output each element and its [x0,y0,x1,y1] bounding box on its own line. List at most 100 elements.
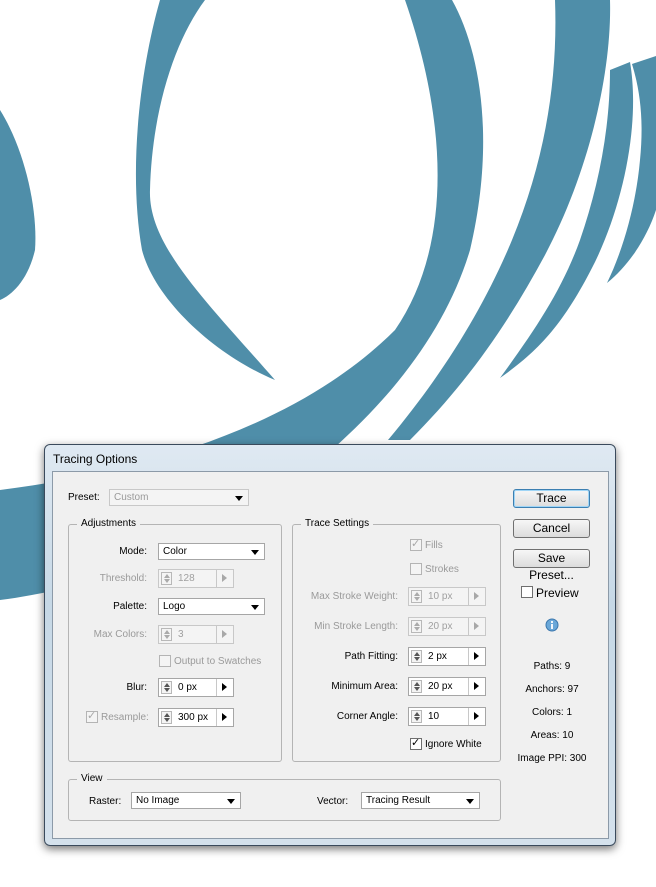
vector-value: Tracing Result [366,795,431,806]
checkmark-icon: ✓ [87,710,97,722]
max-colors-stepper[interactable]: 3 [158,625,234,644]
chevron-down-icon [251,605,259,610]
chevron-right-icon[interactable] [468,588,485,605]
artwork-main-swoosh [0,0,484,520]
chevron-right-icon[interactable] [216,570,233,587]
max-colors-value: 3 [178,629,184,640]
adjustments-group: Adjustments Mode: Color Threshold: 128 P… [68,518,282,762]
max-stroke-weight-stepper[interactable]: 10 px [408,587,486,606]
threshold-value: 128 [178,573,195,584]
strokes-checkbox[interactable] [410,563,422,575]
mode-dropdown[interactable]: Color [158,543,265,560]
resample-checkbox[interactable]: ✓ [86,710,98,723]
tracing-options-dialog: Tracing Options Preset: Custom Adjustmen… [44,444,616,846]
stat-colors: Colors: 1 [531,707,572,718]
chevron-right-icon[interactable] [216,709,233,726]
threshold-label: Threshold: [99,573,147,584]
vector-dropdown[interactable]: Tracing Result [361,792,480,809]
minimum-area-stepper[interactable]: 20 px [408,677,486,696]
chevron-right-icon[interactable] [468,618,485,635]
checkmark-icon: ✓ [411,737,421,749]
path-fitting-stepper[interactable]: 2 px [408,647,486,666]
info-icon [545,618,559,632]
trace-settings-group: Trace Settings ✓ Fills Strokes Max Strok… [292,518,501,762]
dialog-body: Preset: Custom Adjustments Mode: Color T… [52,471,609,839]
artwork-left-wing [135,0,275,380]
dialog-title: Tracing Options [53,452,138,466]
max-stroke-weight-label: Max Stroke Weight: [310,591,398,602]
spinner-icon[interactable] [411,620,422,633]
preset-label: Preset: [68,492,100,503]
ignore-white-checkbox[interactable]: ✓ [410,737,422,750]
raster-value: No Image [136,795,180,806]
resample-label: Resample: [101,712,149,723]
palette-label: Palette: [113,601,147,612]
chevron-down-icon [466,799,474,804]
preset-dropdown[interactable]: Custom [109,489,249,506]
spinner-icon[interactable] [161,681,172,694]
raster-label: Raster: [89,796,122,807]
mode-label: Mode: [119,546,147,557]
minimum-area-label: Minimum Area: [331,681,398,692]
artwork-left-curve [0,110,36,300]
minimum-area-value: 20 px [428,681,453,692]
max-colors-label: Max Colors: [93,629,147,640]
raster-dropdown[interactable]: No Image [131,792,241,809]
artwork-stripe-1 [388,0,611,440]
blur-value: 0 px [178,682,197,693]
spinner-icon[interactable] [161,628,172,641]
blur-stepper[interactable]: 0 px [158,678,234,697]
chevron-right-icon[interactable] [468,678,485,695]
output-to-swatches-checkbox[interactable] [159,655,171,667]
save-preset-button[interactable]: Save Preset... [513,549,590,582]
fills-checkbox[interactable]: ✓ [410,538,422,551]
chevron-right-icon[interactable] [468,708,485,725]
spinner-icon[interactable] [161,711,172,724]
corner-angle-value: 10 [428,711,440,722]
chevron-down-icon [251,550,259,555]
preview-label: Preview [536,586,579,600]
chevron-right-icon[interactable] [216,679,233,696]
trace-settings-title: Trace Settings [301,518,374,529]
blur-label: Blur: [126,682,147,693]
spinner-icon[interactable] [161,572,172,585]
resample-stepper[interactable]: 300 px [158,708,234,727]
min-stroke-length-value: 20 px [428,621,453,632]
palette-dropdown[interactable]: Logo [158,598,265,615]
adjustments-title: Adjustments [77,518,141,529]
trace-button[interactable]: Trace [513,489,590,508]
min-stroke-length-label: Min Stroke Length: [314,621,398,632]
corner-angle-label: Corner Angle: [336,711,398,722]
cancel-button[interactable]: Cancel [513,519,590,538]
vector-label: Vector: [317,796,349,807]
strokes-label: Strokes [425,564,459,575]
preview-checkbox[interactable] [521,586,533,598]
corner-angle-stepper[interactable]: 10 [408,707,486,726]
stat-areas: Areas: 10 [530,730,574,741]
spinner-icon[interactable] [411,680,422,693]
fills-label: Fills [425,540,443,551]
resample-value: 300 px [178,712,209,723]
palette-value: Logo [163,601,186,612]
ignore-white-label: Ignore White [425,739,482,750]
spinner-icon[interactable] [411,590,422,603]
min-stroke-length-stepper[interactable]: 20 px [408,617,486,636]
stat-image-ppi: Image PPI: 300 [517,753,587,764]
mode-value: Color [163,546,187,557]
spinner-icon[interactable] [411,650,422,663]
path-fitting-label: Path Fitting: [344,651,398,662]
chevron-right-icon[interactable] [468,648,485,665]
view-group: View Raster: No Image Vector: Tracing Re… [68,773,501,821]
chevron-down-icon [227,799,235,804]
preset-value: Custom [114,492,149,503]
stat-anchors: Anchors: 97 [525,684,579,695]
stat-paths: Paths: 9 [533,661,571,672]
threshold-stepper[interactable]: 128 [158,569,234,588]
output-to-swatches-label: Output to Swatches [174,656,262,667]
spinner-icon[interactable] [411,710,422,723]
max-stroke-weight-value: 10 px [428,591,453,602]
chevron-right-icon[interactable] [216,626,233,643]
view-title: View [77,773,107,784]
checkmark-icon: ✓ [411,538,421,550]
path-fitting-value: 2 px [428,651,447,662]
